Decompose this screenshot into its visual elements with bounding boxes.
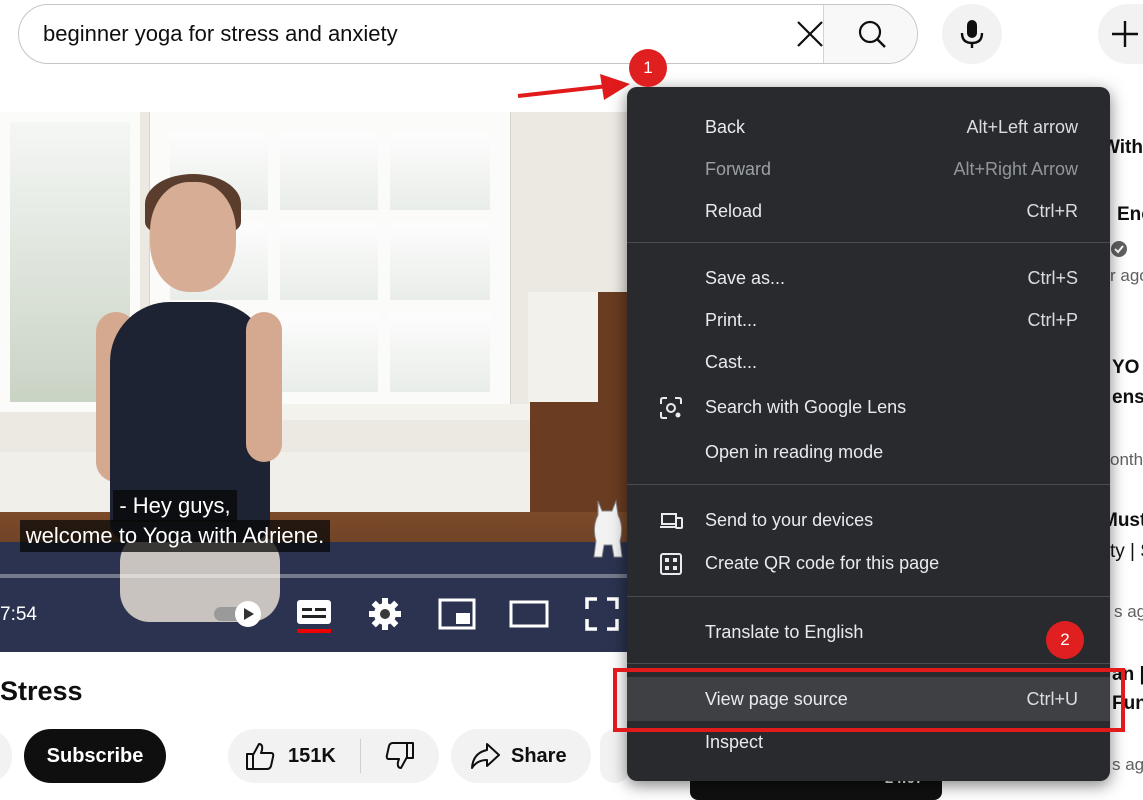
menu-separator	[627, 242, 1110, 243]
dog-logo-icon	[593, 499, 623, 558]
menu-item-print[interactable]: Print... Ctrl+P	[627, 299, 1110, 341]
menu-item-reload[interactable]: Reload Ctrl+R	[627, 190, 1110, 232]
plus-icon	[1112, 21, 1138, 47]
miniplayer-button[interactable]	[436, 594, 478, 634]
search-button[interactable]	[823, 5, 917, 63]
close-icon	[797, 21, 823, 47]
thumbs-up-icon	[246, 743, 275, 770]
progress-bar[interactable]	[0, 574, 690, 578]
video-frame-person	[150, 182, 236, 292]
voice-search-button[interactable]	[942, 4, 1002, 64]
share-button[interactable]: Share	[451, 729, 591, 783]
menu-item-shortcut: Ctrl+S	[1027, 267, 1078, 288]
settings-button[interactable]	[364, 594, 406, 634]
menu-item-reading-mode[interactable]: Open in reading mode	[627, 431, 1110, 473]
menu-item-back[interactable]: Back Alt+Left arrow	[627, 106, 1110, 148]
menu-item-translate[interactable]: Translate to English	[627, 611, 1110, 653]
menu-item-label: Cast...	[705, 351, 758, 372]
menu-item-save-as[interactable]: Save as... Ctrl+S	[627, 257, 1110, 299]
video-frame-person	[246, 312, 282, 462]
annotation-badge-1: 1	[629, 49, 667, 87]
menu-item-label: Inspect	[705, 731, 764, 752]
menu-item-shortcut: Ctrl+R	[1026, 200, 1078, 221]
menu-item-label: Create QR code for this page	[705, 552, 940, 573]
like-count: 151K	[288, 744, 336, 767]
menu-item-cast[interactable]: Cast...	[627, 341, 1110, 383]
menu-separator	[627, 484, 1110, 485]
microphone-icon	[960, 20, 984, 48]
sidebar-fragment: onth	[1110, 450, 1143, 469]
menu-separator	[627, 663, 1110, 664]
autoplay-icon	[214, 601, 261, 627]
menu-item-label: Translate to English	[705, 621, 864, 642]
like-button[interactable]: 151K	[228, 729, 360, 783]
menu-item-shortcut: Alt+Right Arrow	[953, 158, 1078, 179]
gear-icon	[369, 598, 401, 630]
annotation-highlight-box	[613, 668, 1125, 732]
video-frame-cloth	[528, 292, 598, 402]
menu-item-label: Print...	[705, 309, 758, 330]
fullscreen-icon	[585, 597, 619, 631]
captions: - Hey guys, welcome to Yoga with Adriene…	[0, 490, 350, 552]
theater-mode-button[interactable]	[508, 594, 550, 634]
sidebar-fragment[interactable]: Enc	[1117, 204, 1143, 226]
qr-code-icon	[660, 553, 682, 575]
menu-item-send-to-devices[interactable]: Send to your devices	[627, 499, 1110, 541]
fullscreen-button[interactable]	[582, 594, 622, 634]
annotation-arrow-icon	[517, 74, 630, 100]
menu-item-label: Send to your devices	[705, 509, 874, 530]
caption-line: - Hey guys,	[113, 490, 237, 522]
menu-separator	[627, 596, 1110, 597]
annotation-badge-2: 2	[1046, 621, 1084, 659]
sidebar-fragment: s ago	[1112, 755, 1143, 774]
sidebar-fragment[interactable]: ensio	[1112, 387, 1143, 409]
video-player[interactable]: - Hey guys, welcome to Yoga with Adriene…	[0, 112, 690, 652]
create-button[interactable]	[1098, 4, 1143, 64]
share-label: Share	[511, 744, 567, 767]
subtitles-button[interactable]	[292, 594, 336, 634]
like-dislike-group: 151K	[228, 729, 439, 783]
share-icon	[471, 743, 500, 769]
sidebar-fragment: s ago	[1114, 602, 1143, 621]
channel-button[interactable]	[0, 729, 12, 783]
menu-item-label: Reload	[705, 200, 763, 221]
sidebar-fragment[interactable]: YO	[1112, 357, 1139, 379]
search-input[interactable]	[19, 5, 779, 63]
menu-item-label: Forward	[705, 158, 772, 179]
video-title: Stress	[0, 676, 83, 706]
search-icon	[858, 20, 886, 48]
menu-item-shortcut: Alt+Left arrow	[966, 116, 1078, 137]
google-lens-icon	[660, 397, 682, 419]
dislike-button[interactable]	[361, 729, 439, 783]
subtitles-icon	[297, 600, 331, 633]
sidebar-fragment: r ago	[1110, 266, 1143, 285]
more-actions-button[interactable]	[600, 729, 630, 783]
sidebar-fragment: ty | S	[1110, 541, 1143, 562]
menu-item-shortcut: Ctrl+P	[1027, 309, 1078, 330]
menu-item-label: Search with Google Lens	[705, 396, 907, 417]
verified-icon	[1111, 241, 1127, 257]
miniplayer-icon	[438, 598, 476, 630]
theater-icon	[509, 600, 549, 628]
menu-item-google-lens[interactable]: Search with Google Lens	[627, 386, 1110, 428]
devices-icon	[660, 513, 683, 529]
menu-item-forward: Forward Alt+Right Arrow	[627, 148, 1110, 190]
caption-line: welcome to Yoga with Adriene.	[19, 520, 331, 552]
menu-item-label: Save as...	[705, 267, 786, 288]
thumbs-down-icon	[385, 742, 414, 769]
menu-item-label: Back	[705, 116, 746, 137]
time-display: 7:54	[0, 604, 37, 625]
autoplay-toggle[interactable]	[212, 594, 264, 634]
subscribe-button[interactable]: Subscribe	[24, 729, 166, 783]
menu-item-qr-code[interactable]: Create QR code for this page	[627, 542, 1110, 584]
search-box	[18, 4, 918, 64]
menu-item-label: Open in reading mode	[705, 441, 884, 462]
